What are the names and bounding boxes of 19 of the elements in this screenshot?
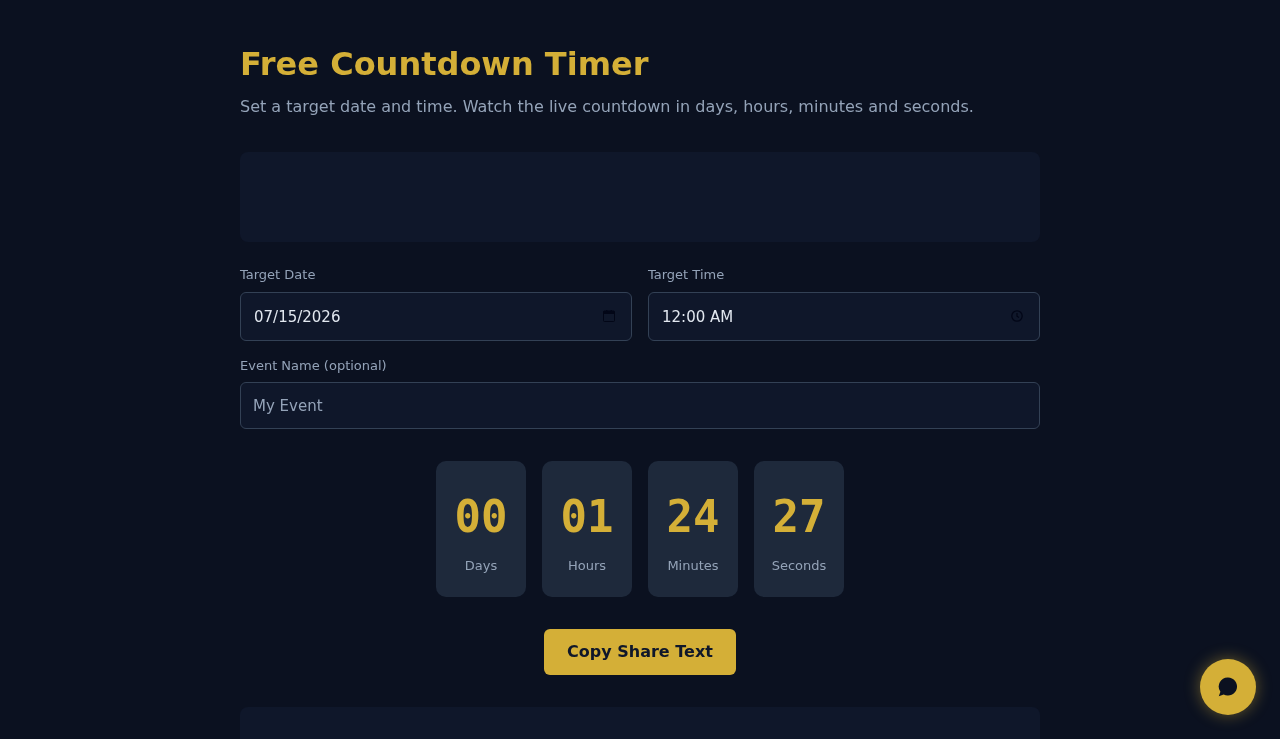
countdown-value: 00 xyxy=(454,495,508,539)
countdown-value: 24 xyxy=(666,495,720,539)
date-field[interactable]: 07/15/2026 xyxy=(240,292,632,341)
countdown-unit: Minutes xyxy=(667,557,719,575)
countdown-value: 27 xyxy=(772,495,826,539)
countdown-unit: Seconds xyxy=(771,557,827,575)
field-label: Event Name (optional) xyxy=(240,357,388,375)
page-title: Free Countdown Timer xyxy=(240,45,650,83)
copy-share-button[interactable]: Copy Share Text xyxy=(544,629,736,675)
countdown-value: 01 xyxy=(560,495,614,539)
field-label: Target Time xyxy=(648,266,726,284)
field-label: Target Date xyxy=(240,266,317,284)
event-name-field[interactable]: My Event xyxy=(240,382,1040,429)
countdown-unit: Days xyxy=(464,557,498,575)
speech-bubble-icon xyxy=(1218,677,1238,697)
chat-button[interactable] xyxy=(1200,659,1256,715)
countdown-unit: Hours xyxy=(567,557,607,575)
time-field[interactable]: 12:00 AM xyxy=(648,292,1040,341)
page-subtitle: Set a target date and time. Watch the live countdown in days, hours, minutes and seconds. xyxy=(240,96,975,118)
